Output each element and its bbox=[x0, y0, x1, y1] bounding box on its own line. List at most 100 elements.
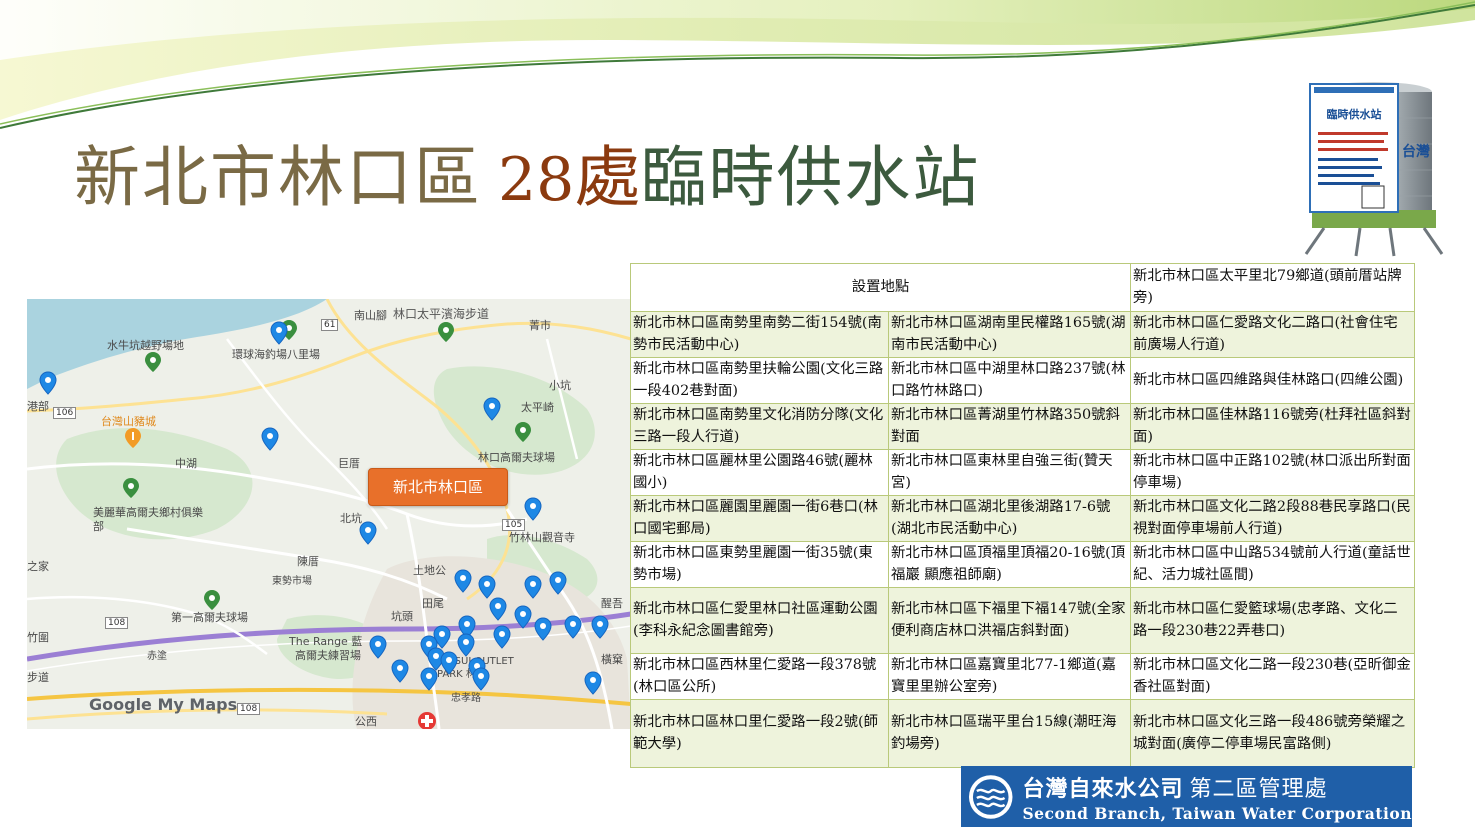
map-label: 田尾 bbox=[422, 597, 444, 610]
table-cell: 新北市林口區仁愛路文化二路口(社會住宅前廣場人行道) bbox=[1130, 311, 1416, 358]
map-label: 醒吾 bbox=[601, 597, 623, 610]
table-cell: 新北市林口區南勢里文化消防分隊(文化三路一段人行道) bbox=[630, 403, 889, 450]
map-label: 菁市 bbox=[529, 319, 551, 332]
map-label: 之家 bbox=[27, 560, 49, 573]
water-station-pin-icon[interactable] bbox=[369, 635, 387, 659]
park-marker-icon bbox=[204, 590, 220, 610]
table-cell: 新北市林口區湖北里後湖路17-6號(湖北市民活動中心) bbox=[887, 495, 1132, 542]
company-name-zh: 台灣自來水公司 bbox=[1022, 776, 1184, 802]
map-label: 林口太平濱海步道 bbox=[393, 307, 490, 321]
map-label: 南山腳 bbox=[354, 309, 387, 322]
table-cell: 新北市林口區太平里北79鄉道(頭前厝站牌旁) bbox=[1130, 263, 1416, 312]
map-label: 赤塗 bbox=[147, 651, 167, 662]
park-marker-icon bbox=[438, 322, 454, 342]
road-shield: 106 bbox=[53, 407, 77, 419]
water-station-pin-icon[interactable] bbox=[454, 569, 472, 593]
table-cell: 新北市林口區麗林里公園路46號(麗林國小) bbox=[630, 449, 889, 496]
water-station-pin-icon[interactable] bbox=[534, 617, 552, 641]
water-station-pin-icon[interactable] bbox=[514, 605, 532, 629]
map-label: 土地公 bbox=[413, 564, 446, 577]
water-station-pin-icon[interactable] bbox=[549, 571, 567, 595]
tank-side-text: 台灣 bbox=[1402, 143, 1430, 160]
location-map[interactable]: 61 106 105 108 108 林口太平濱海步道 南山腳 水牛坑越野場地 … bbox=[27, 299, 631, 729]
park-marker-icon bbox=[145, 352, 161, 372]
map-label: 竹圍 bbox=[27, 631, 49, 644]
table-cell: 新北市林口區東林里自強三街(贊天宮) bbox=[887, 449, 1132, 496]
park-marker-icon bbox=[515, 422, 531, 442]
map-label: 步道 bbox=[27, 671, 49, 684]
table-cell: 新北市林口區中湖里林口路237號(林口路竹林路口) bbox=[887, 357, 1132, 404]
table-cell: 新北市林口區嘉寶里北77-1鄉道(嘉寶里里辦公室旁) bbox=[887, 653, 1132, 700]
water-station-pin-icon[interactable] bbox=[493, 625, 511, 649]
water-station-pin-icon[interactable] bbox=[591, 615, 609, 639]
page-title: 新北市林口區 28處臨時供水站 bbox=[74, 128, 980, 228]
map-label: 太平崎 bbox=[521, 401, 554, 414]
table-cell: 新北市林口區東勢里麗園一街35號(東勢市場) bbox=[630, 541, 889, 588]
water-station-pin-icon[interactable] bbox=[420, 667, 438, 691]
road-shield: 108 bbox=[105, 617, 129, 629]
water-station-pin-icon[interactable] bbox=[524, 497, 542, 521]
map-label: 小坑 bbox=[549, 379, 571, 392]
road-shield: 108 bbox=[237, 703, 261, 715]
water-station-pin-icon[interactable] bbox=[584, 671, 602, 695]
water-station-pin-icon[interactable] bbox=[391, 659, 409, 683]
map-label: 橫窠 bbox=[601, 653, 623, 666]
table-cell: 新北市林口區瑞平里台15線(潮旺海釣場旁) bbox=[887, 699, 1132, 768]
map-label: 陳厝 bbox=[297, 555, 319, 568]
water-tank-photo: 臨時供水站 台灣 bbox=[1304, 82, 1444, 257]
table-cell: 新北市林口區佳林路116號旁(杜拜社區斜對面) bbox=[1130, 403, 1416, 450]
table-cell: 新北市林口區林口里仁愛路一段2號(師範大學) bbox=[630, 699, 889, 768]
map-label: 中湖 bbox=[175, 457, 197, 470]
table-cell: 新北市林口區頂福里頂福20-16號(頂福巖 顯應祖師廟) bbox=[887, 541, 1132, 588]
header-swoosh-decoration bbox=[0, 0, 1475, 129]
table-cell: 新北市林口區文化二路一段230巷(亞昕御金香社區對面) bbox=[1130, 653, 1416, 700]
map-label: 高爾夫練習場 bbox=[295, 649, 361, 662]
water-station-pin-icon[interactable] bbox=[483, 397, 501, 421]
map-label: 港部 bbox=[27, 400, 49, 413]
restaurant-marker-icon bbox=[125, 428, 141, 448]
table-cell: 新北市林口區仁愛籃球場(忠孝路、文化二路一段230巷22弄巷口) bbox=[1130, 587, 1416, 654]
table-cell: 新北市林口區四維路與佳林路口(四維公園) bbox=[1130, 357, 1416, 404]
company-logo: 台灣自來水公司 第二區管理處 Second Branch, Taiwan Wate… bbox=[961, 766, 1412, 827]
water-station-pin-icon[interactable] bbox=[457, 633, 475, 657]
table-cell: 新北市林口區中山路534號前人行道(童話世紀、活力城社區間) bbox=[1130, 541, 1416, 588]
water-station-pin-icon[interactable] bbox=[359, 521, 377, 545]
water-station-pin-icon[interactable] bbox=[524, 575, 542, 599]
table-cell: 新北市林口區文化二路2段88巷民享路口(民視對面停車場前人行道) bbox=[1130, 495, 1416, 542]
water-station-pin-icon[interactable] bbox=[489, 597, 507, 621]
map-label: 忠孝路 bbox=[451, 693, 481, 704]
map-label: 第一高爾夫球場 bbox=[171, 611, 248, 624]
water-station-pin-icon[interactable] bbox=[478, 575, 496, 599]
water-station-pin-icon[interactable] bbox=[564, 615, 582, 639]
park-marker-icon bbox=[123, 478, 139, 498]
water-station-pin-icon[interactable] bbox=[440, 651, 458, 675]
water-station-pin-icon[interactable] bbox=[39, 371, 57, 395]
table-cell: 新北市林口區南勢里扶輪公園(文化三路一段402巷對面) bbox=[630, 357, 889, 404]
table-cell: 新北市林口區中正路102號(林口派出所對面停車場) bbox=[1130, 449, 1416, 496]
table-cell: 新北市林口區湖南里民權路165號(湖南市民活動中心) bbox=[887, 311, 1132, 358]
map-attribution: Google My Maps bbox=[89, 695, 238, 714]
map-label: 公西 bbox=[355, 715, 377, 728]
map-label: 林口高爾夫球場 bbox=[478, 451, 555, 464]
map-label: 巨厝 bbox=[338, 457, 360, 470]
title-subject: 臨時供水站 bbox=[640, 139, 981, 216]
road-shield: 61 bbox=[321, 319, 339, 331]
company-name-en: Second Branch, Taiwan Water Corporation bbox=[1022, 803, 1412, 823]
district-callout: 新北市林口區 bbox=[368, 468, 508, 506]
table-header: 設置地點 bbox=[629, 263, 1132, 312]
water-station-pin-icon[interactable] bbox=[270, 321, 288, 345]
title-count-unit: 處 bbox=[574, 139, 641, 216]
table-cell: 新北市林口區南勢里南勢二街154號(南勢市民活動中心) bbox=[630, 311, 889, 358]
water-company-emblem-icon bbox=[968, 774, 1013, 819]
title-district: 新北市林口區 bbox=[74, 139, 482, 216]
table-cell: 新北市林口區菁湖里竹林路350號斜對面 bbox=[887, 403, 1132, 450]
water-station-pin-icon[interactable] bbox=[472, 667, 490, 691]
map-label: 環球海釣場八里場 bbox=[232, 348, 320, 361]
map-label: 東勢市場 bbox=[272, 576, 312, 587]
table-cell: 新北市林口區西林里仁愛路一段378號(林口區公所) bbox=[630, 653, 889, 700]
table-cell: 新北市林口區文化三路一段486號旁榮耀之城對面(廣停二停車場民富路側) bbox=[1130, 699, 1416, 768]
water-station-pin-icon[interactable] bbox=[261, 427, 279, 451]
company-branch-zh: 第二區管理處 bbox=[1189, 776, 1328, 802]
map-label: 美麗華高爾夫鄉村俱樂部 bbox=[93, 506, 203, 533]
map-label: 坑頭 bbox=[391, 610, 413, 623]
